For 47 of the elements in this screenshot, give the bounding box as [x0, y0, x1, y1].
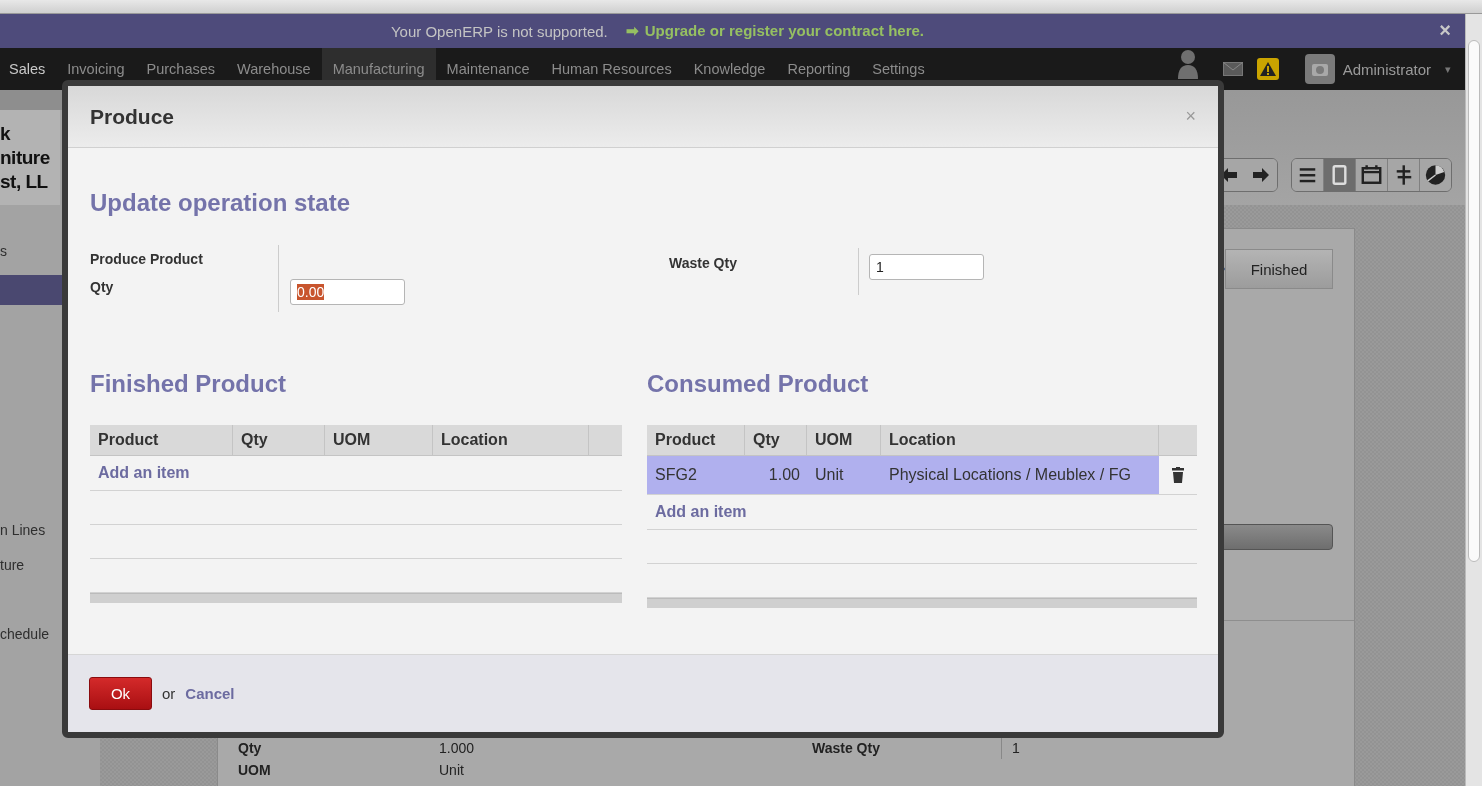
- status-button[interactable]: Finished: [1225, 249, 1333, 289]
- user-menu[interactable]: Administrator ▾: [1304, 54, 1451, 84]
- column-header: Qty: [745, 425, 807, 455]
- dialog-title: Produce: [90, 104, 175, 129]
- person-icon[interactable]: [1176, 49, 1199, 79]
- field-value: Unit: [439, 761, 465, 780]
- table-cell-text: SFG2: [654, 465, 698, 485]
- cancel-link[interactable]: Cancel: [185, 685, 235, 702]
- column-header: UOM: [807, 425, 881, 455]
- ok-button[interactable]: Ok: [89, 677, 152, 710]
- avatar-icon: [1304, 54, 1335, 84]
- view-switch-button[interactable]: [1324, 159, 1356, 191]
- table-row[interactable]: SFG2 1.00 Unit Physical Locations / Meublex / FG: [647, 456, 1159, 494]
- field-label: Qty: [238, 739, 263, 758]
- column-header: Product: [90, 425, 233, 455]
- table-cell-text: 1.00: [767, 465, 801, 485]
- field-label: Waste Qty: [669, 254, 738, 273]
- or-text: or: [162, 685, 176, 702]
- column-header: Qty: [233, 425, 325, 455]
- right-arrow-icon: [1252, 167, 1270, 183]
- scrollbar[interactable]: [1465, 14, 1482, 786]
- company-logo: k niture st, LL: [0, 110, 60, 205]
- field-label: Produce Product Qty: [90, 250, 204, 297]
- upgrade-link[interactable]: ➡ Upgrade or register your contract here.: [625, 22, 925, 40]
- field-label: Waste Qty: [812, 739, 881, 758]
- trash-icon[interactable]: [1172, 467, 1184, 483]
- column-header: Product: [647, 425, 745, 455]
- add-item-link[interactable]: Add an item: [647, 495, 747, 529]
- field-label: UOM: [238, 761, 272, 780]
- menu-item[interactable]: Sales: [0, 48, 57, 90]
- table-cell-text: Unit: [814, 465, 845, 485]
- field-value: 1.000: [439, 739, 476, 758]
- table-cell-text: Physical Locations / Meublex / FG: [888, 465, 1132, 485]
- banner-message: Your OpenERP is not supported.: [390, 22, 608, 40]
- warning-icon[interactable]: [1256, 58, 1279, 80]
- close-button[interactable]: ×: [1439, 20, 1451, 40]
- section-heading: Consumed Product: [647, 370, 870, 398]
- section-heading: Update operation state: [90, 188, 352, 218]
- mail-icon[interactable]: [1222, 62, 1243, 76]
- section-heading: Finished Product: [90, 370, 287, 398]
- quantity-field[interactable]: 0.00: [290, 279, 405, 305]
- column-header: UOM: [325, 425, 433, 455]
- column-header: Location: [881, 425, 1159, 455]
- view-switch-button[interactable]: [1292, 159, 1324, 191]
- add-item-link[interactable]: Add an item: [90, 456, 190, 490]
- column-header: Location: [433, 425, 589, 455]
- waste-qty-field[interactable]: 1: [869, 254, 984, 280]
